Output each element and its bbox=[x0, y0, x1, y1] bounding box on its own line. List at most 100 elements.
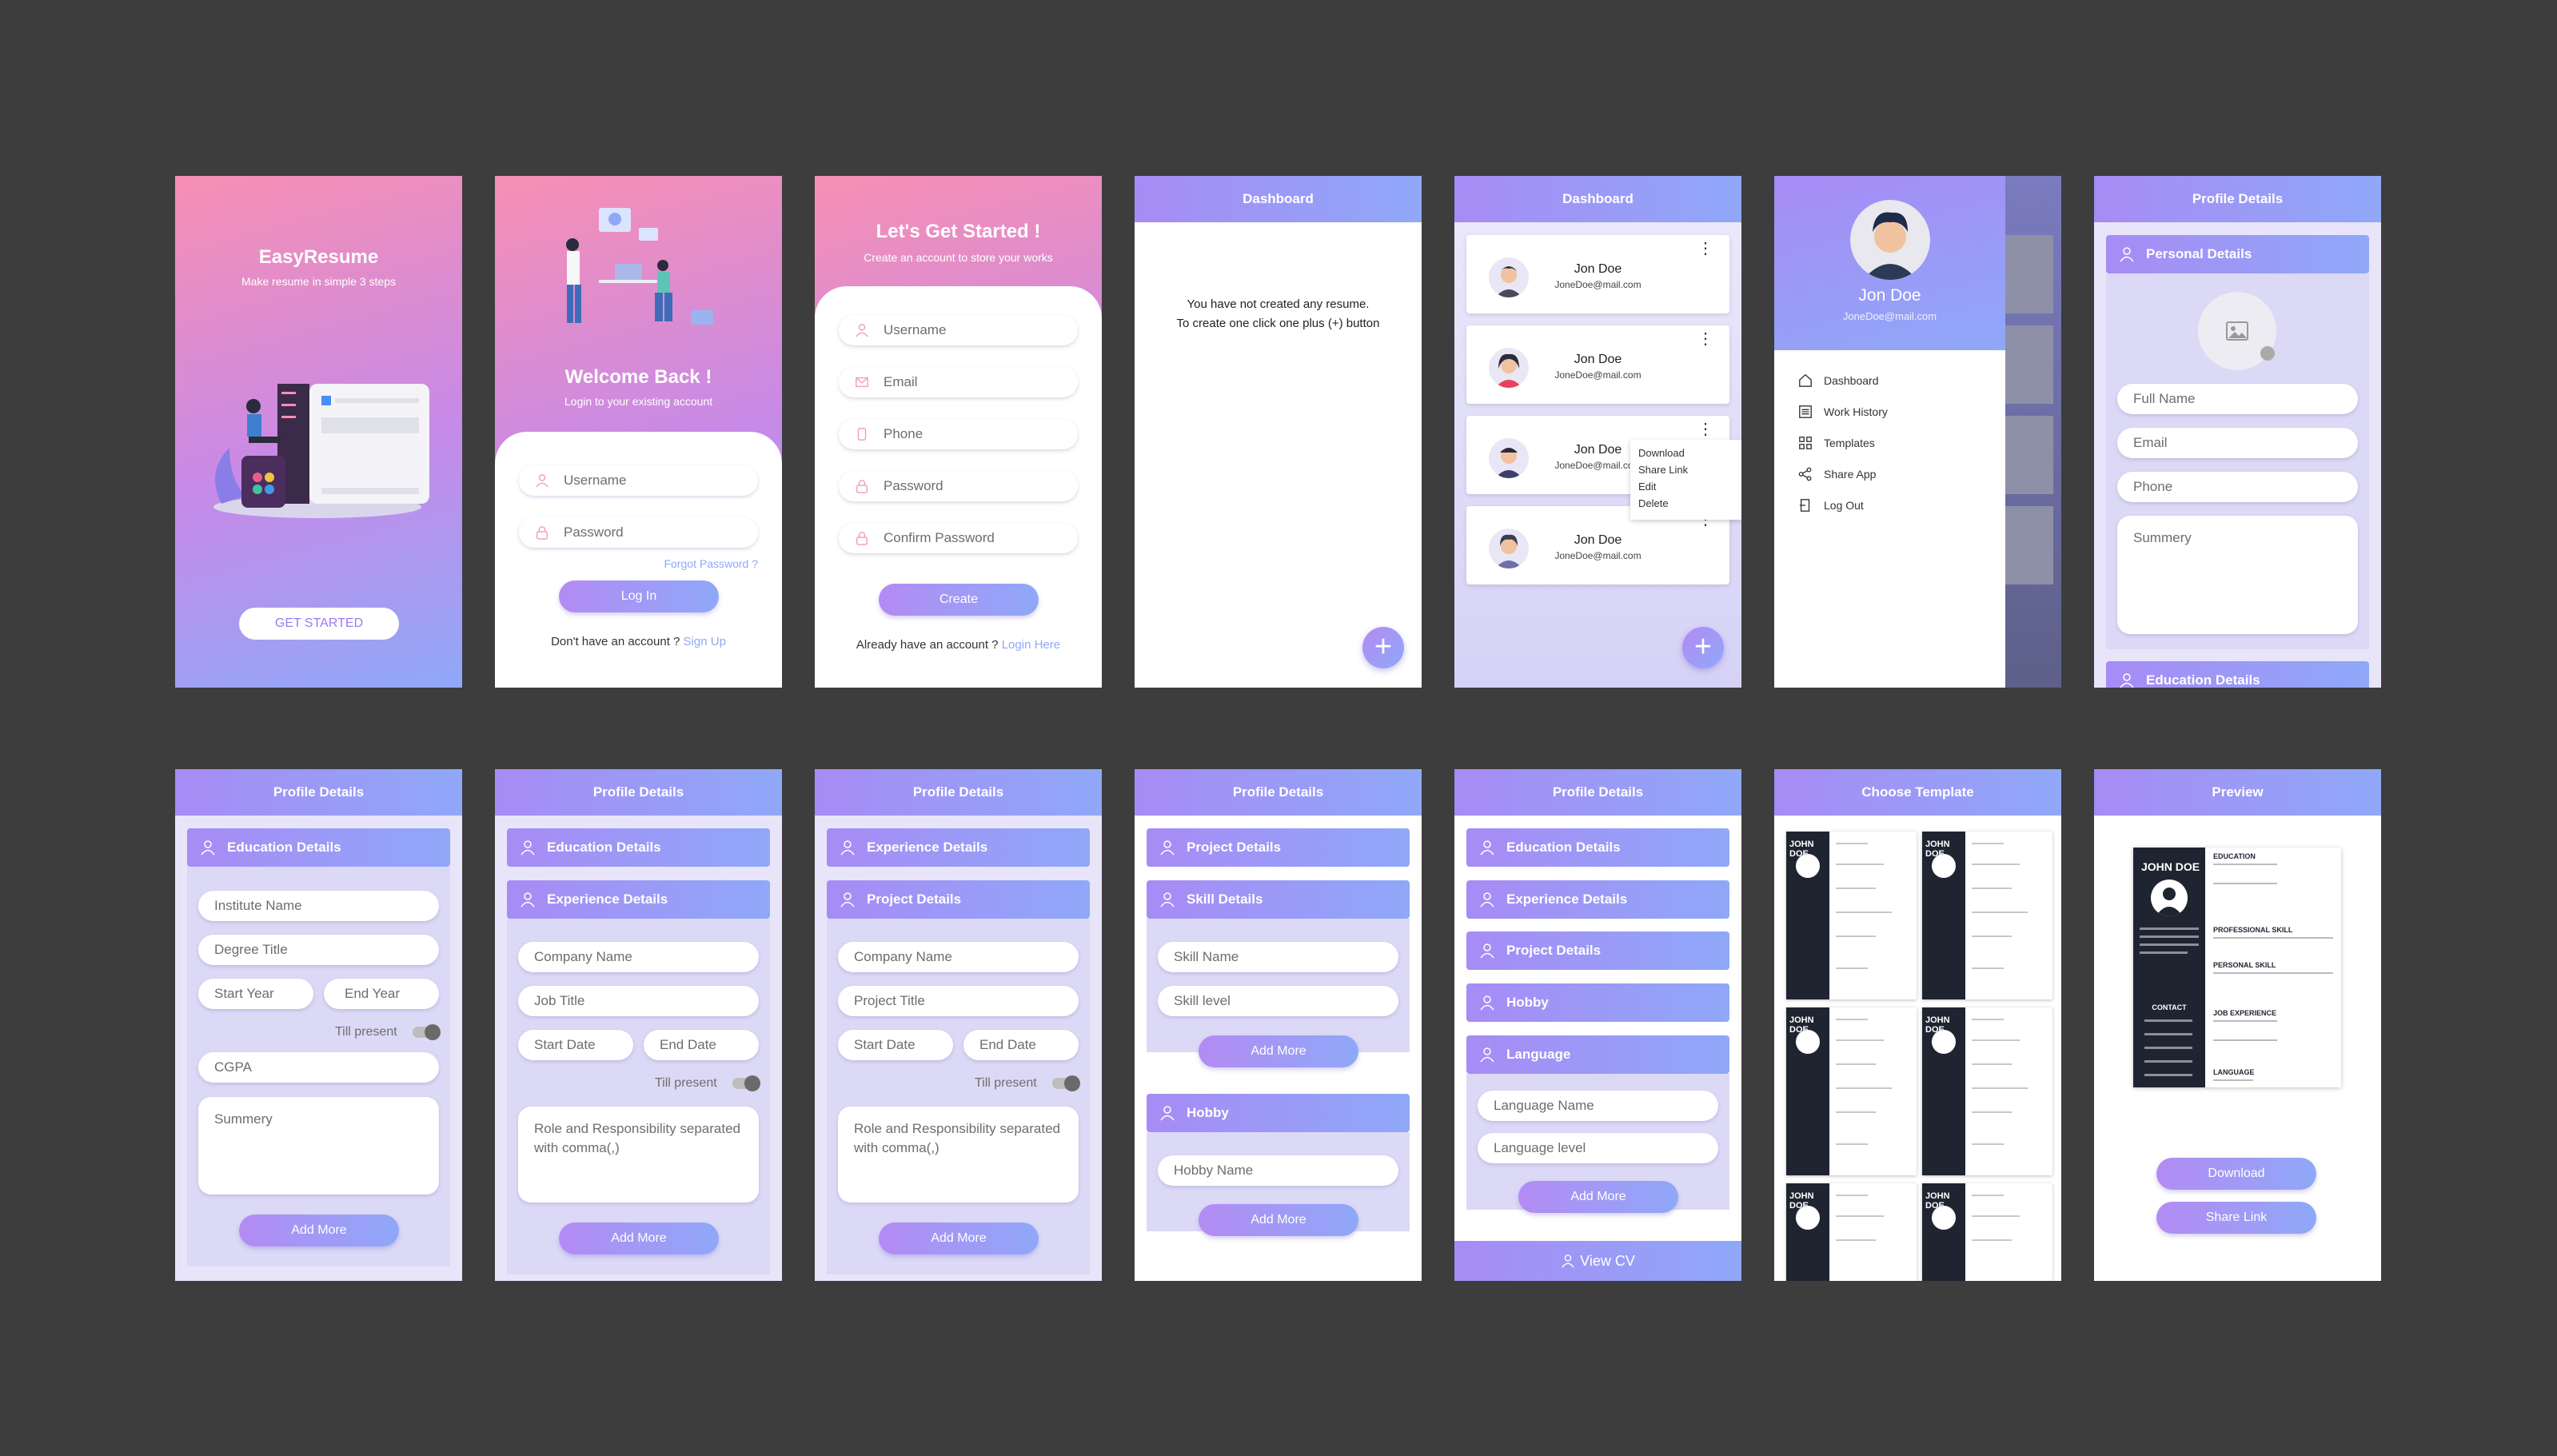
start-date-input[interactable]: Start Date bbox=[838, 1030, 953, 1060]
add-more-skill-button[interactable]: Add More bbox=[1199, 1035, 1358, 1067]
share-icon bbox=[1798, 467, 1812, 481]
signup-link[interactable]: Sign Up bbox=[684, 635, 726, 648]
company-name-input[interactable]: Company Name bbox=[838, 942, 1079, 972]
role-responsibility-input[interactable]: Role and Responsibility separated with c… bbox=[518, 1107, 759, 1203]
resume-card[interactable]: Jon Doe JoneDoe@mail.com ⋮ bbox=[1466, 235, 1729, 313]
reg-username-input[interactable]: Username bbox=[839, 315, 1078, 345]
user-icon bbox=[2120, 247, 2134, 262]
user-icon bbox=[1480, 995, 1494, 1011]
role-responsibility-input[interactable]: Role and Responsibility separated with c… bbox=[838, 1107, 1079, 1203]
language-section[interactable]: Language bbox=[1466, 1035, 1729, 1074]
view-cv-button[interactable]: View CV bbox=[1454, 1241, 1741, 1281]
end-year-input[interactable]: End Year bbox=[324, 979, 439, 1009]
education-details-section[interactable]: Education Details bbox=[2106, 661, 2369, 688]
job-title-input[interactable]: Job Title bbox=[518, 986, 759, 1016]
menu-delete[interactable]: Delete bbox=[1638, 495, 1741, 512]
template-thumbnail[interactable]: JOHN DOE bbox=[1922, 1007, 2052, 1175]
share-link-button[interactable]: Share Link bbox=[2156, 1202, 2316, 1234]
start-year-input[interactable]: Start Year bbox=[198, 979, 313, 1009]
skill-name-input[interactable]: Skill Name bbox=[1158, 942, 1398, 972]
nav-dashboard[interactable]: Dashboard bbox=[1798, 371, 1879, 390]
till-present-toggle[interactable] bbox=[1052, 1075, 1080, 1091]
add-more-button[interactable]: Add More bbox=[1518, 1181, 1678, 1213]
education-details-section[interactable]: Education Details bbox=[507, 828, 770, 867]
email-input[interactable]: Email bbox=[2117, 428, 2358, 458]
project-details-section[interactable]: Project Details bbox=[1466, 931, 1729, 970]
end-date-input[interactable]: End Date bbox=[644, 1030, 759, 1060]
menu-download[interactable]: Download bbox=[1638, 445, 1741, 461]
username-input[interactable]: Username bbox=[519, 465, 758, 496]
skill-details-section[interactable]: Skill Details bbox=[1147, 880, 1410, 919]
full-name-input[interactable]: Full Name bbox=[2117, 384, 2358, 414]
project-title-input[interactable]: Project Title bbox=[838, 986, 1079, 1016]
summary-input[interactable]: Summery bbox=[2117, 516, 2358, 634]
nav-work-history[interactable]: Work History bbox=[1798, 402, 1888, 421]
list-icon bbox=[1799, 405, 1812, 418]
resume-preview: JOHN DOE CONTACT EDUCATION PROFESSIONAL … bbox=[2133, 848, 2341, 1087]
language-level-input[interactable]: Language level bbox=[1478, 1133, 1718, 1163]
education-details-section[interactable]: Education Details bbox=[187, 828, 450, 867]
more-icon[interactable]: ⋮ bbox=[1697, 331, 1713, 347]
end-date-input[interactable]: End Date bbox=[963, 1030, 1079, 1060]
nav-log-out[interactable]: Log Out bbox=[1798, 496, 1864, 515]
language-name-input[interactable]: Language Name bbox=[1478, 1091, 1718, 1121]
edit-photo-icon[interactable] bbox=[2260, 346, 2275, 361]
template-thumbnail[interactable]: JOHN DOE bbox=[1922, 832, 2052, 999]
start-date-input[interactable]: Start Date bbox=[518, 1030, 633, 1060]
reg-phone-input[interactable]: Phone bbox=[839, 419, 1078, 449]
login-button[interactable]: Log In bbox=[559, 580, 719, 612]
cgpa-input[interactable]: CGPA bbox=[198, 1052, 439, 1083]
add-resume-fab[interactable]: + bbox=[1682, 627, 1724, 668]
resume-card[interactable]: Jon Doe JoneDoe@mail.com ⋮ bbox=[1466, 325, 1729, 404]
personal-details-section[interactable]: Personal Details bbox=[2106, 235, 2369, 273]
template-thumbnail[interactable]: JOHN DOE bbox=[1786, 1183, 1917, 1281]
add-resume-fab[interactable]: + bbox=[1362, 627, 1404, 668]
till-present-toggle[interactable] bbox=[413, 1024, 441, 1040]
experience-details-section[interactable]: Experience Details bbox=[827, 828, 1090, 867]
menu-edit[interactable]: Edit bbox=[1638, 478, 1741, 495]
template-thumbnail[interactable]: JOHN DOE bbox=[1922, 1183, 2052, 1281]
education-details-section[interactable]: Education Details bbox=[1466, 828, 1729, 867]
institute-name-input[interactable]: Institute Name bbox=[198, 891, 439, 921]
hobby-name-input[interactable]: Hobby Name bbox=[1158, 1155, 1398, 1186]
skill-level-input[interactable]: Skill level bbox=[1158, 986, 1398, 1016]
drawer-name: Jon Doe bbox=[1858, 286, 1921, 305]
nav-share-app[interactable]: Share App bbox=[1798, 465, 1876, 484]
nav-templates[interactable]: Templates bbox=[1798, 433, 1875, 453]
summary-input[interactable]: Summery bbox=[198, 1097, 439, 1195]
reg-password-input[interactable]: Password bbox=[839, 471, 1078, 501]
resume-section: PROFESSIONAL SKILL bbox=[2213, 926, 2293, 934]
experience-details-section[interactable]: Experience Details bbox=[507, 880, 770, 919]
register-form-panel: Username Email Phone Password Confirm Pa… bbox=[815, 286, 1102, 688]
get-started-button[interactable]: GET STARTED bbox=[239, 608, 399, 640]
register-screen: Let's Get Started ! Create an account to… bbox=[815, 176, 1102, 688]
login-here-link[interactable]: Login Here bbox=[1002, 638, 1060, 652]
add-more-button[interactable]: Add More bbox=[559, 1223, 719, 1255]
user-icon bbox=[1160, 1106, 1175, 1121]
degree-title-input[interactable]: Degree Title bbox=[198, 935, 439, 965]
reg-confirm-password-input[interactable]: Confirm Password bbox=[839, 523, 1078, 553]
project-details-section[interactable]: Project Details bbox=[1147, 828, 1410, 867]
phone-input[interactable]: Phone bbox=[2117, 472, 2358, 502]
download-button[interactable]: Download bbox=[2156, 1158, 2316, 1190]
template-thumbnail[interactable]: JOHN DOE bbox=[1786, 832, 1917, 999]
template-thumbnail[interactable]: JOHN DOE bbox=[1786, 1007, 1917, 1175]
add-more-button[interactable]: Add More bbox=[879, 1223, 1039, 1255]
project-details-section[interactable]: Project Details bbox=[827, 880, 1090, 919]
experience-details-section[interactable]: Experience Details bbox=[1466, 880, 1729, 919]
till-present-toggle[interactable] bbox=[732, 1075, 760, 1091]
reg-email-input[interactable]: Email bbox=[839, 367, 1078, 397]
photo-placeholder[interactable] bbox=[2198, 292, 2276, 370]
company-name-input[interactable]: Company Name bbox=[518, 942, 759, 972]
hobby-section[interactable]: Hobby bbox=[1147, 1094, 1410, 1132]
profile-education-screen: Profile Details Education Details Instit… bbox=[175, 769, 462, 1281]
add-more-button[interactable]: Add More bbox=[239, 1215, 399, 1247]
hobby-section[interactable]: Hobby bbox=[1466, 983, 1729, 1022]
password-input[interactable]: Password bbox=[519, 517, 758, 548]
menu-share-link[interactable]: Share Link bbox=[1638, 461, 1741, 478]
forgot-password-link[interactable]: Forgot Password ? bbox=[664, 557, 759, 570]
more-icon[interactable]: ⋮ bbox=[1697, 421, 1713, 437]
add-more-hobby-button[interactable]: Add More bbox=[1199, 1204, 1358, 1236]
create-button[interactable]: Create bbox=[879, 584, 1039, 616]
more-icon[interactable]: ⋮ bbox=[1697, 241, 1713, 257]
